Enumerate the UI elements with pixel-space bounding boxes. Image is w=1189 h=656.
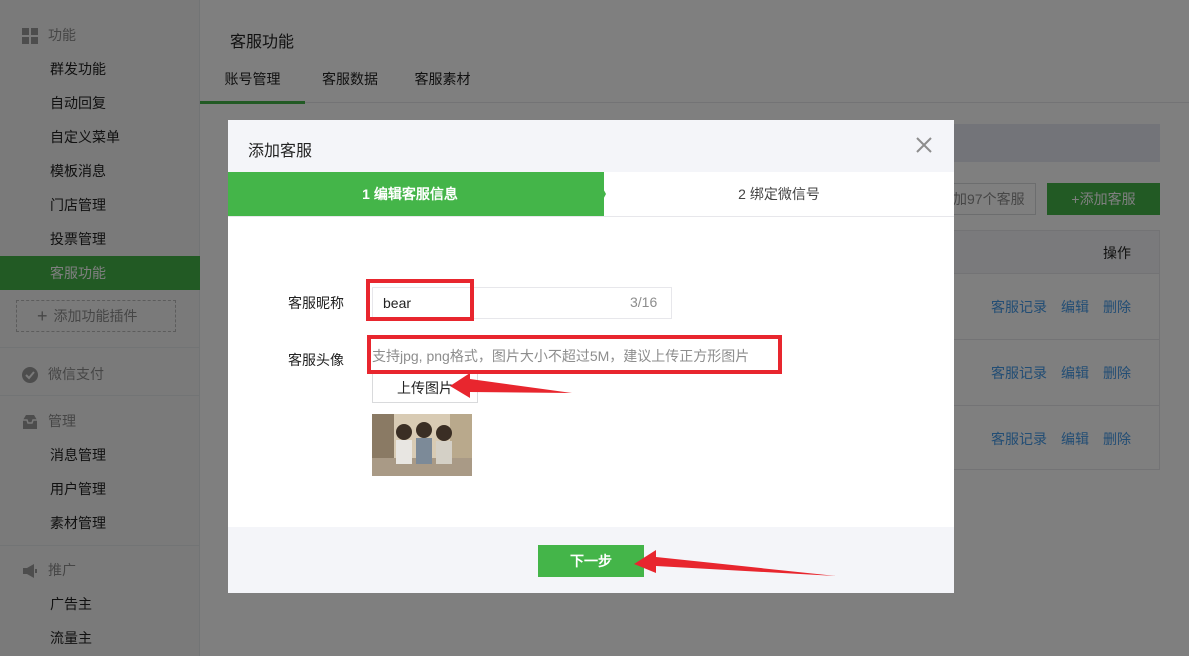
arrow-icon: [450, 373, 572, 398]
annotation-arrows: [450, 373, 836, 576]
arrow-icon: [634, 550, 836, 576]
